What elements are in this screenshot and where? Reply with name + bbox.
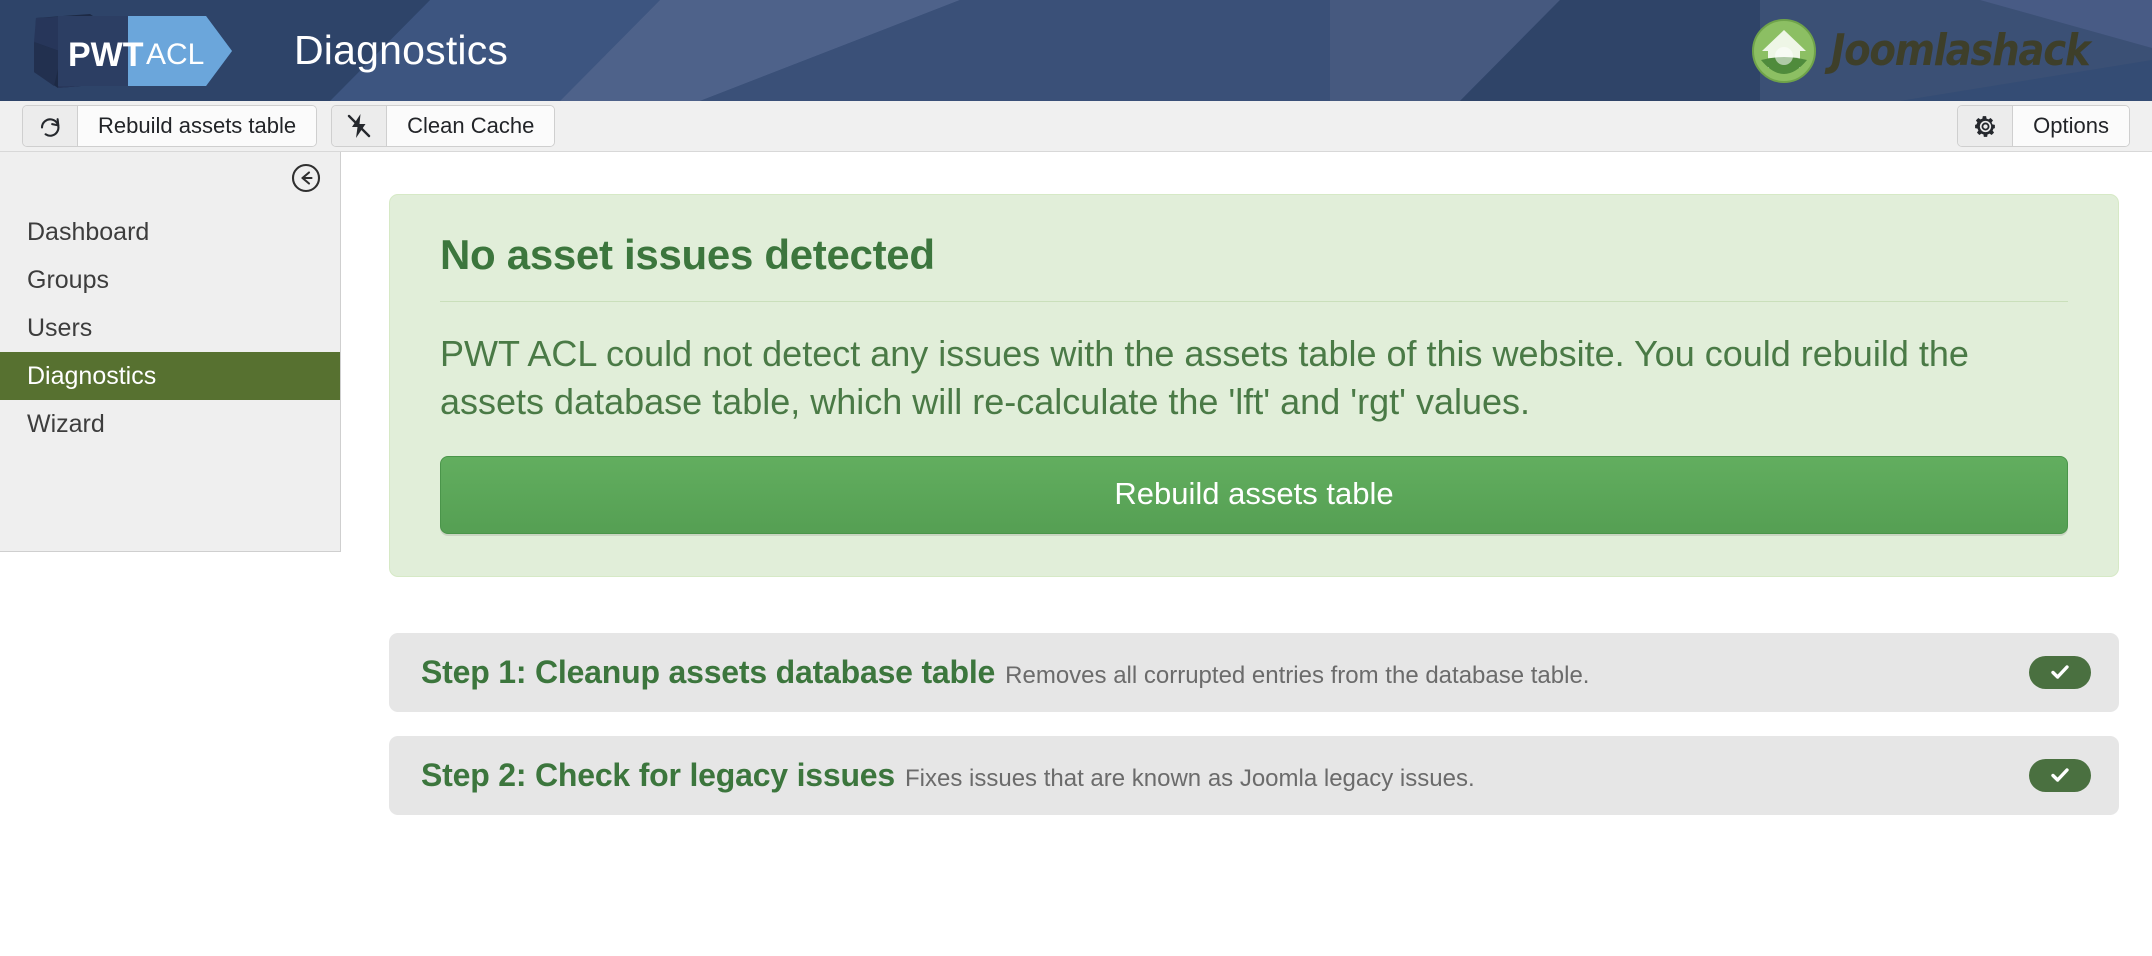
- step-label: Step 2: Check for legacy issues Fixes iss…: [421, 757, 2029, 794]
- step-toggle[interactable]: [2029, 758, 2091, 792]
- sidebar-item-users[interactable]: Users: [0, 304, 340, 352]
- step-description: Removes all corrupted entries from the d…: [1005, 661, 1590, 689]
- sidebar-item-wizard[interactable]: Wizard: [0, 400, 340, 448]
- shack-house-icon: [1751, 18, 1816, 83]
- sidebar-item-label: Diagnostics: [27, 361, 157, 390]
- refresh-icon: [23, 106, 78, 146]
- main-content: No asset issues detected PWT ACL could n…: [341, 152, 2152, 956]
- pwt-acl-logo[interactable]: PWT ACL: [28, 12, 266, 90]
- circle-arrow-left-icon[interactable]: [290, 162, 322, 199]
- alert-text: PWT ACL could not detect any issues with…: [440, 333, 1969, 422]
- sidebar-item-label: Wizard: [27, 409, 105, 438]
- clean-cache-label: Clean Cache: [387, 106, 555, 146]
- pwt-acl-logo-graphic: PWT ACL: [34, 13, 232, 88]
- check-icon: [2051, 665, 2069, 679]
- rebuild-assets-table-button[interactable]: Rebuild assets table: [22, 105, 318, 147]
- sidebar-item-dashboard[interactable]: Dashboard: [0, 208, 340, 256]
- alert-divider: [440, 301, 2068, 302]
- step-title: Step 1: Cleanup assets database table: [421, 653, 996, 690]
- step-toggle[interactable]: [2029, 655, 2091, 689]
- sidebar-item-label: Users: [27, 313, 93, 342]
- step-description: Fixes issues that are known as Joomla le…: [905, 764, 1475, 792]
- rebuild-assets-table-primary-button[interactable]: Rebuild assets table: [440, 455, 2068, 534]
- sidebar-item-label: Dashboard: [27, 217, 150, 246]
- joomlashack-wordmark: Joomlashack: [1830, 24, 2091, 76]
- sidebar-item-label: Groups: [27, 265, 109, 294]
- asset-status-alert: No asset issues detected PWT ACL could n…: [389, 194, 2119, 577]
- sidebar-item-groups[interactable]: Groups: [0, 256, 340, 304]
- page-title: Diagnostics: [294, 27, 509, 73]
- svg-text:ACL: ACL: [146, 38, 204, 71]
- sidebar-item-diagnostics[interactable]: Diagnostics: [0, 352, 340, 400]
- step-title: Step 2: Check for legacy issues: [421, 756, 896, 793]
- sidebar-nav: Dashboard Groups Users Diagnostics Wizar…: [0, 208, 340, 448]
- alert-heading: No asset issues detected: [440, 231, 935, 278]
- lightning-slash-icon: [332, 106, 388, 146]
- toolbar: Rebuild assets table Clean Cache Options: [0, 101, 2152, 152]
- joomlashack-logo[interactable]: Joomlashack: [1751, 18, 2125, 84]
- rebuild-assets-table-label: Rebuild assets table: [78, 106, 317, 146]
- sidebar-collapse-row: [0, 152, 340, 208]
- gear-icon: [1958, 106, 2014, 146]
- step-row[interactable]: Step 1: Cleanup assets database table Rem…: [389, 632, 2119, 712]
- check-icon: [2051, 768, 2069, 782]
- svg-text:PWT: PWT: [68, 36, 144, 74]
- app-header: PWT ACL Diagnostics Joomlashack: [0, 0, 2152, 101]
- step-row[interactable]: Step 2: Check for legacy issues Fixes iss…: [389, 735, 2119, 815]
- step-label: Step 1: Cleanup assets database table Rem…: [421, 654, 2029, 691]
- body: Dashboard Groups Users Diagnostics Wizar…: [0, 152, 2152, 956]
- options-button[interactable]: Options: [1957, 105, 2130, 147]
- options-label: Options: [2013, 106, 2129, 146]
- clean-cache-button[interactable]: Clean Cache: [331, 105, 556, 147]
- sidebar: Dashboard Groups Users Diagnostics Wizar…: [0, 152, 341, 552]
